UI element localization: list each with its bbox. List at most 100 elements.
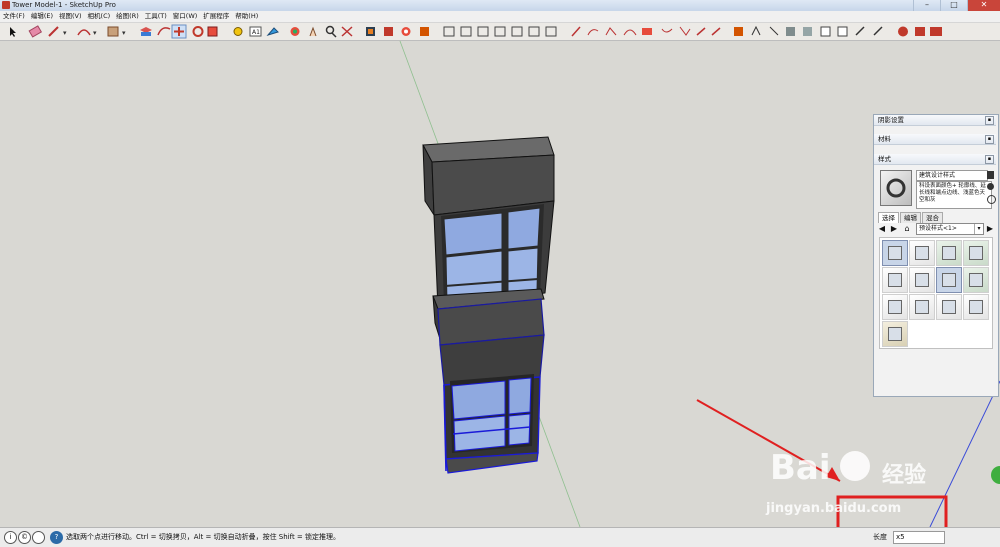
- measurements-label: 长度: [873, 533, 887, 541]
- maximize-button[interactable]: □: [940, 0, 967, 11]
- menu-window[interactable]: 窗口(W): [170, 11, 201, 22]
- geolocation-icon[interactable]: i: [4, 531, 17, 544]
- tray-materials-title: 材料: [878, 135, 891, 143]
- tape-measure-icon[interactable]: [233, 27, 243, 36]
- eraser-icon[interactable]: [28, 25, 43, 38]
- menu-bar: 文件(F) 编辑(E) 视图(V) 相机(C) 绘图(R) 工具(T) 窗口(W…: [0, 11, 1000, 23]
- style-swatch[interactable]: [882, 240, 908, 266]
- tray-shadow-title: 阴影设置: [878, 116, 904, 124]
- select-icon[interactable]: [10, 27, 16, 37]
- style-swatch[interactable]: [909, 267, 935, 293]
- style-swatch[interactable]: [963, 240, 989, 266]
- lock-icon[interactable]: [987, 171, 994, 179]
- status-bar: i © ? 选取两个点进行移动。Ctrl = 切换拷贝，Alt = 切换自动折叠…: [0, 527, 1000, 547]
- forward-arrow-icon[interactable]: ▶: [890, 225, 898, 233]
- update-style-icon[interactable]: [987, 195, 996, 204]
- tray-materials-header[interactable]: 材料 ▪: [874, 134, 996, 145]
- style-swatch[interactable]: [882, 267, 908, 293]
- style-swatch[interactable]: [936, 267, 962, 293]
- back-arrow-icon[interactable]: ◀: [878, 225, 886, 233]
- menu-edit[interactable]: 编辑(E): [28, 11, 56, 22]
- menu-extensions[interactable]: 扩展程序: [200, 11, 232, 22]
- orbit-icon[interactable]: [290, 27, 300, 36]
- main-toolbar: ▾ ▾ ▾ A1: [0, 23, 1000, 41]
- component-icon[interactable]: [401, 27, 411, 36]
- close-button[interactable]: ✕: [967, 0, 1000, 11]
- watermark-brand-cn: 经验: [882, 463, 927, 488]
- tab-select[interactable]: 选择: [878, 212, 899, 223]
- svg-text:▾: ▾: [122, 29, 126, 37]
- style-swatch[interactable]: [909, 240, 935, 266]
- pin-icon[interactable]: ▪: [985, 116, 994, 125]
- paint-bucket-icon[interactable]: [266, 27, 279, 36]
- zoom-extents-icon[interactable]: [341, 26, 353, 37]
- standard-views-icons[interactable]: [443, 26, 557, 37]
- credits-icon[interactable]: ©: [18, 531, 31, 544]
- pan-icon[interactable]: [309, 26, 317, 37]
- style-swatch[interactable]: [882, 294, 908, 320]
- tab-mix[interactable]: 混合: [922, 212, 943, 223]
- watermark-paw-icon: [840, 451, 870, 481]
- warehouse-icon[interactable]: [366, 27, 375, 36]
- toolbar-icons: ▾ ▾ ▾ A1: [10, 24, 942, 39]
- minimize-button[interactable]: –: [913, 0, 940, 11]
- offset-icon[interactable]: [157, 27, 171, 36]
- lower-window-selected[interactable]: [443, 374, 541, 474]
- ruby-icon[interactable]: [898, 26, 942, 37]
- text-icon[interactable]: A1: [249, 26, 262, 37]
- status-hint: 选取两个点进行移动。Ctrl = 切换拷贝，Alt = 切换自动折叠，按住 Sh…: [66, 533, 341, 541]
- components-icon[interactable]: [420, 27, 429, 36]
- menu-file[interactable]: 文件(F): [0, 11, 28, 22]
- window-controls: – □ ✕: [913, 0, 1000, 11]
- style-swatch[interactable]: [936, 294, 962, 320]
- create-style-icon[interactable]: [987, 183, 994, 190]
- style-swatch[interactable]: [963, 294, 989, 320]
- svg-text:▾: ▾: [63, 29, 67, 37]
- style-swatch[interactable]: [909, 294, 935, 320]
- sketchup-app-icon: [2, 1, 10, 9]
- details-arrow-icon[interactable]: ▶: [986, 225, 994, 233]
- tray-styles-title: 样式: [878, 155, 891, 163]
- zoom-icon[interactable]: [325, 25, 337, 38]
- model-viewport[interactable]: Bai 经验 jingyan.baidu.com: [0, 41, 1000, 527]
- home-icon[interactable]: ⌂: [903, 225, 911, 233]
- window-title: Tower Model-1 - SketchUp Pro: [12, 1, 116, 9]
- menu-camera[interactable]: 相机(C): [85, 11, 114, 22]
- default-tray: 阴影设置 ▪ 材料 ▪ 样式 ▪ 建筑设计样式 科设表面颜色+ 轮廓线、延长线和…: [873, 114, 999, 397]
- pushpull-icon[interactable]: [140, 27, 152, 36]
- sandbox-icons[interactable]: [571, 26, 721, 37]
- style-description-field[interactable]: 科设表面颜色+ 轮廓线、延长线和端点边线、浅蓝色天空和灰: [916, 181, 992, 209]
- pencil-icon[interactable]: ▾: [48, 26, 67, 37]
- style-name-field[interactable]: 建筑设计样式: [916, 170, 988, 181]
- tower-middle-band[interactable]: [432, 288, 545, 386]
- pin-icon[interactable]: ▪: [985, 155, 994, 164]
- extension-warehouse-icon[interactable]: [384, 27, 393, 36]
- pin-icon[interactable]: ▪: [985, 135, 994, 144]
- refresh-icon: [886, 178, 906, 198]
- style-swatch[interactable]: [963, 267, 989, 293]
- tray-styles-header[interactable]: 样式 ▪: [874, 154, 996, 165]
- scale-icon[interactable]: [207, 26, 218, 37]
- watermark-site: jingyan.baidu.com: [766, 501, 902, 516]
- style-swatch-grid: [879, 237, 993, 349]
- svg-text:▾: ▾: [93, 29, 97, 37]
- style-swatch[interactable]: [882, 321, 908, 347]
- rotate-icon[interactable]: [192, 26, 204, 37]
- menu-help[interactable]: 帮助(H): [232, 11, 261, 22]
- measurements-input[interactable]: x5: [893, 531, 945, 544]
- user-icon[interactable]: [32, 531, 45, 544]
- arc-icon[interactable]: ▾: [77, 29, 97, 37]
- menu-tools[interactable]: 工具(T): [142, 11, 170, 22]
- style-collection-value: 预设样式<1>: [919, 225, 957, 232]
- rectangle-icon[interactable]: ▾: [107, 26, 126, 37]
- help-icon[interactable]: ?: [50, 531, 63, 544]
- menu-draw[interactable]: 绘图(R): [113, 11, 142, 22]
- style-thumbnail[interactable]: [880, 170, 912, 206]
- tray-shadow-header[interactable]: 阴影设置 ▪: [874, 115, 996, 126]
- style-collection-dropdown[interactable]: 预设样式<1> ▾: [916, 223, 984, 235]
- assist-badge[interactable]: [991, 466, 1000, 484]
- menu-view[interactable]: 视图(V): [56, 11, 85, 22]
- solid-tools-icons[interactable]: [734, 25, 883, 37]
- tab-edit[interactable]: 编辑: [900, 212, 921, 223]
- style-swatch[interactable]: [936, 240, 962, 266]
